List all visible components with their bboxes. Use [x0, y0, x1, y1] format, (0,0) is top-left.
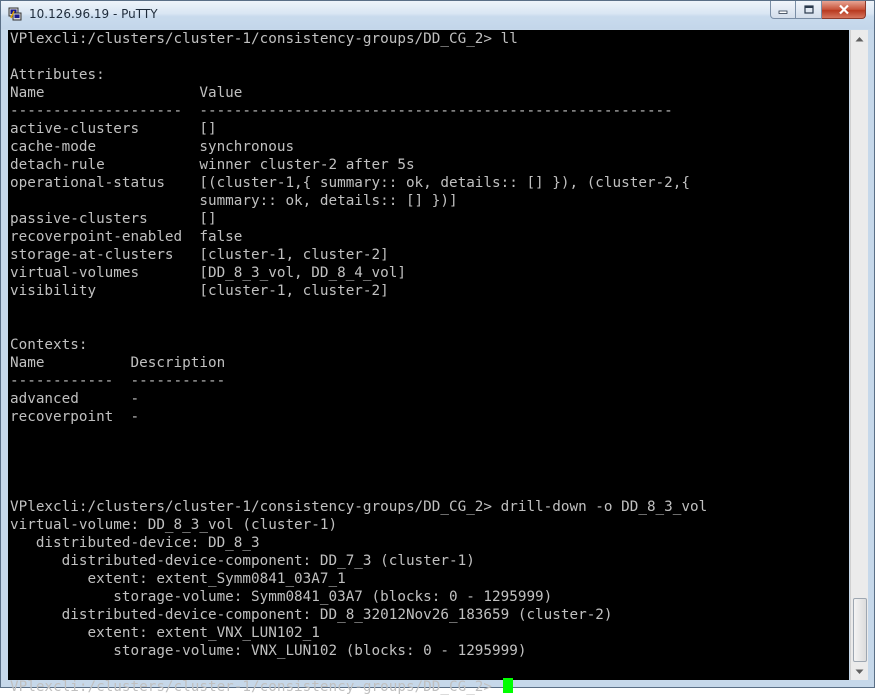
terminal-line: Name Description	[10, 355, 226, 371]
scroll-up-button[interactable]	[851, 30, 868, 47]
terminal-line: visibility [cluster-1, cluster-2]	[10, 283, 389, 299]
arrow-down-icon	[855, 669, 864, 674]
terminal-line: virtual-volume: DD_8_3_vol (cluster-1)	[10, 517, 338, 533]
terminal-line: VPlexcli:/clusters/cluster-1/consistency…	[10, 499, 708, 515]
terminal-line: extent: extent_VNX_LUN102_1	[10, 625, 320, 641]
terminal-line: distributed-device-component: DD_8_32012…	[10, 607, 613, 623]
terminal-line: virtual-volumes [DD_8_3_vol, DD_8_4_vol]	[10, 265, 406, 281]
terminal-line: cache-mode synchronous	[10, 139, 295, 155]
scroll-down-button[interactable]	[851, 663, 868, 680]
vertical-scrollbar[interactable]	[850, 30, 868, 680]
title-bar[interactable]: 10.126.96.19 - PuTTY	[1, 1, 874, 29]
terminal-line: recoverpoint-enabled false	[10, 229, 243, 245]
terminal-line: distributed-device-component: DD_7_3 (cl…	[10, 553, 475, 569]
terminal-line: storage-volume: Symm0841_03A7 (blocks: 0…	[10, 589, 553, 605]
putty-window: 10.126.96.19 - PuTTY VPlexcli:/clusters/…	[0, 0, 875, 695]
terminal-line: active-clusters []	[10, 121, 217, 137]
terminal-line: -------------------- -------------------…	[10, 103, 673, 119]
maximize-button[interactable]	[796, 1, 822, 19]
terminal-line: passive-clusters []	[10, 211, 217, 227]
terminal-line: storage-at-clusters [cluster-1, cluster-…	[10, 247, 389, 263]
terminal-line: summary:: ok, details:: [] })]	[10, 193, 458, 209]
terminal-area[interactable]: VPlexcli:/clusters/cluster-1/consistency…	[8, 30, 849, 695]
terminal-line: distributed-device: DD_8_3	[10, 535, 260, 551]
putty-icon	[8, 7, 22, 21]
terminal-line: VPlexcli:/clusters/cluster-1/consistency…	[10, 31, 518, 47]
close-icon	[838, 4, 849, 15]
terminal-line: Contexts:	[10, 337, 88, 353]
window-title: 10.126.96.19 - PuTTY	[29, 7, 158, 21]
close-button[interactable]	[822, 1, 866, 19]
terminal-output: VPlexcli:/clusters/cluster-1/consistency…	[10, 30, 707, 696]
maximize-icon	[803, 5, 814, 14]
terminal-line: ------------ -----------	[10, 373, 226, 389]
terminal-line: storage-volume: VNX_LUN102 (blocks: 0 - …	[10, 643, 527, 659]
terminal-line: extent: extent_Symm0841_03A7_1	[10, 571, 346, 587]
scrollbar-thumb[interactable]	[853, 598, 867, 662]
prompt-line[interactable]: VPlexcli:/clusters/cluster-1/consistency…	[10, 678, 707, 696]
terminal-line: advanced -	[10, 391, 140, 407]
command-prompt: VPlexcli:/clusters/cluster-1/consistency…	[10, 679, 501, 695]
terminal-line: recoverpoint -	[10, 409, 140, 425]
terminal-line: detach-rule winner cluster-2 after 5s	[10, 157, 415, 173]
terminal-line: operational-status [(cluster-1,{ summary…	[10, 175, 690, 191]
minimize-icon	[778, 10, 788, 14]
terminal-line: Name Value	[10, 85, 243, 101]
arrow-up-icon	[855, 36, 864, 41]
terminal-line: Attributes:	[10, 67, 105, 83]
terminal-cursor	[502, 678, 513, 693]
minimize-button[interactable]	[770, 1, 796, 19]
